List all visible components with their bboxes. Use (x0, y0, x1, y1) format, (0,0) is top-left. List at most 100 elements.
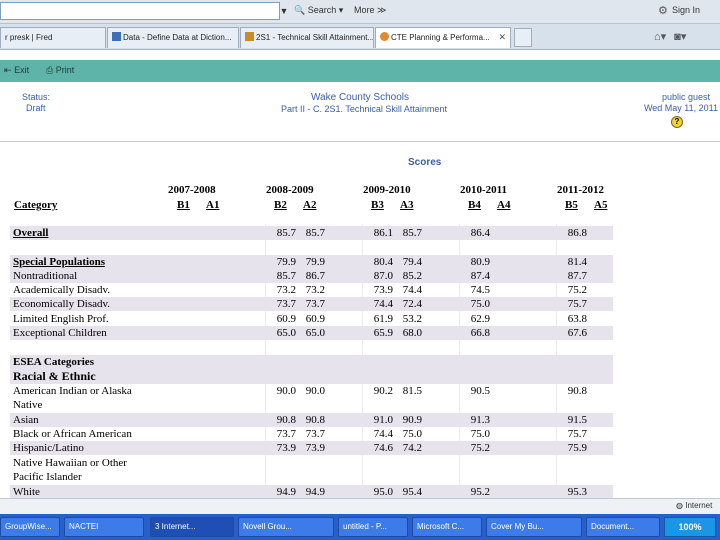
print-button[interactable]: ⎙ Print (46, 65, 74, 76)
score-cell: 73.7 (276, 298, 296, 310)
taskbar-item[interactable]: 3 Internet... (150, 517, 234, 537)
score-subheader: B5 (565, 199, 578, 211)
score-cell: 79.9 (276, 256, 296, 268)
score-cell: 86.8 (567, 227, 587, 239)
home-icon[interactable]: ⌂▾ (654, 31, 666, 43)
score-cell: 73.2 (276, 284, 296, 296)
year-header: 2007-2008 (168, 184, 216, 196)
address-dropdown-icon[interactable]: ▼ (278, 2, 290, 20)
score-cell: 65.0 (305, 327, 325, 339)
tab-label: CTE Planning & Performa... (391, 33, 490, 42)
table-row: Asian 90.8 90.8 91.0 90.9 91.3 91.5 (10, 413, 613, 427)
score-cell: 72.4 (402, 298, 422, 310)
score-cell: 75.2 (567, 284, 587, 296)
search-button[interactable]: 🔍 Search ▾ (294, 5, 343, 16)
row-label: Asian (13, 414, 39, 426)
score-cell: 75.0 (470, 428, 490, 440)
score-cell: 67.6 (567, 327, 587, 339)
table-row: White 94.9 94.9 95.0 95.4 95.2 95.3 (10, 485, 613, 499)
score-cell: 94.9 (305, 486, 325, 498)
tab-data-dictionary[interactable]: Data - Define Data at Diction... (107, 27, 239, 48)
exit-label: Exit (14, 65, 30, 75)
table-row: Economically Disadv. 73.7 73.7 74.4 72.4 75.0… (10, 297, 613, 311)
score-cell: 79.4 (402, 256, 422, 268)
taskbar-item[interactable]: GroupWise... (0, 517, 60, 537)
current-date: Wed May 11, 2011 (643, 103, 718, 113)
zoom-level[interactable]: 100% (664, 517, 716, 537)
command-bar: ⌂▾ ◙▾ (654, 30, 694, 43)
address-bar[interactable] (0, 2, 280, 20)
score-cell: 60.9 (305, 313, 325, 325)
row-label: Special Populations (13, 256, 105, 268)
score-subheader: B2 (274, 199, 287, 211)
year-header: 2009-2010 (363, 184, 411, 196)
score-cell: 85.2 (402, 270, 422, 282)
feeds-icon[interactable]: ◙▾ (674, 31, 686, 43)
score-cell: 62.9 (470, 313, 490, 325)
score-cell: 74.4 (373, 298, 393, 310)
settings-icon[interactable]: ⚙ (658, 4, 668, 17)
score-cell: 74.6 (373, 442, 393, 454)
new-tab-button[interactable] (514, 28, 532, 47)
taskbar-item[interactable]: untitled - P... (338, 517, 408, 537)
taskbar-item[interactable]: Cover My Bu... (486, 517, 582, 537)
score-cell: 86.1 (373, 227, 393, 239)
taskbar-item[interactable]: NACTEI (64, 517, 144, 537)
row-label: Nontraditional (13, 270, 78, 282)
table-row: Hispanic/Latino 73.9 73.9 74.6 74.2 75.2 75.9 (10, 441, 613, 455)
row-label: Racial & Ethnic (13, 369, 96, 383)
score-cell: 95.0 (373, 486, 393, 498)
score-cell: 81.5 (402, 385, 422, 397)
row-label: Pacific Islander (13, 471, 82, 483)
score-cell: 90.8 (276, 414, 296, 426)
tab-2s1[interactable]: 2S1 - Technical Skill Attainment... (240, 27, 374, 48)
row-label: Hispanic/Latino (13, 442, 84, 454)
score-subheader: B1 (177, 199, 190, 211)
page-icon (380, 32, 389, 41)
help-icon[interactable]: ? (671, 116, 683, 128)
browser-toolbar: ▼ 🔍 Search ▾ More ≫ ⚙ Sign In (0, 0, 720, 24)
score-cell: 85.7 (276, 270, 296, 282)
close-icon[interactable]: ✕ (498, 28, 506, 47)
score-cell: 61.9 (373, 313, 393, 325)
score-cell: 73.7 (305, 298, 325, 310)
score-cell: 87.7 (567, 270, 587, 282)
page-title: Part II - C. 2S1. Technical Skill Attain… (281, 104, 447, 114)
tab-fred[interactable]: r presk | Fred (0, 27, 106, 48)
score-cell: 75.7 (567, 428, 587, 440)
taskbar-item[interactable]: Microsoft C... (412, 517, 482, 537)
more-button[interactable]: More ≫ (354, 5, 386, 16)
score-cell: 68.0 (402, 327, 422, 339)
taskbar-item[interactable]: Novell Grou... (238, 517, 334, 537)
row-label: Economically Disadv. (13, 298, 111, 310)
security-zone: ◍ Internet (676, 501, 712, 510)
table-row: Limited English Prof. 60.9 60.9 61.9 53.2 62.… (10, 312, 613, 326)
row-label: Native (13, 399, 43, 411)
score-cell: 80.9 (470, 256, 490, 268)
score-cell: 91.5 (567, 414, 587, 426)
score-cell: 79.9 (305, 256, 325, 268)
table-row: Overall 85.7 85.7 86.1 85.7 86.4 86.8 (10, 226, 613, 240)
year-header: 2010-2011 (460, 184, 508, 196)
score-cell: 95.2 (470, 486, 490, 498)
row-label: Limited English Prof. (13, 313, 109, 325)
score-subheader: A2 (303, 199, 317, 211)
taskbar-item[interactable]: Document... (586, 517, 660, 537)
table-row: Black or African American 73.7 73.7 74.4 75.… (10, 427, 613, 441)
divider (0, 141, 720, 142)
score-cell: 90.9 (402, 414, 422, 426)
score-cell: 94.9 (276, 486, 296, 498)
score-cell: 73.7 (305, 428, 325, 440)
globe-icon: ◍ (676, 501, 683, 510)
tab-cte-planning[interactable]: CTE Planning & Performa... ✕ (375, 27, 511, 48)
score-cell: 75.0 (402, 428, 422, 440)
score-cell: 75.0 (470, 298, 490, 310)
table-row: Special Populations 79.9 79.9 80.4 79.4 80.9 8… (10, 255, 613, 269)
exit-button[interactable]: ⇤ Exit (4, 65, 29, 76)
signin-link[interactable]: Sign In (672, 5, 700, 15)
windows-taskbar: GroupWise... NACTEI 3 Internet... Novell… (0, 514, 720, 540)
row-label: Black or African American (13, 428, 132, 440)
score-cell: 74.2 (402, 442, 422, 454)
browser-status-bar: ◍ Internet (0, 498, 720, 514)
row-label: Native Hawaiian or Other (13, 457, 127, 469)
